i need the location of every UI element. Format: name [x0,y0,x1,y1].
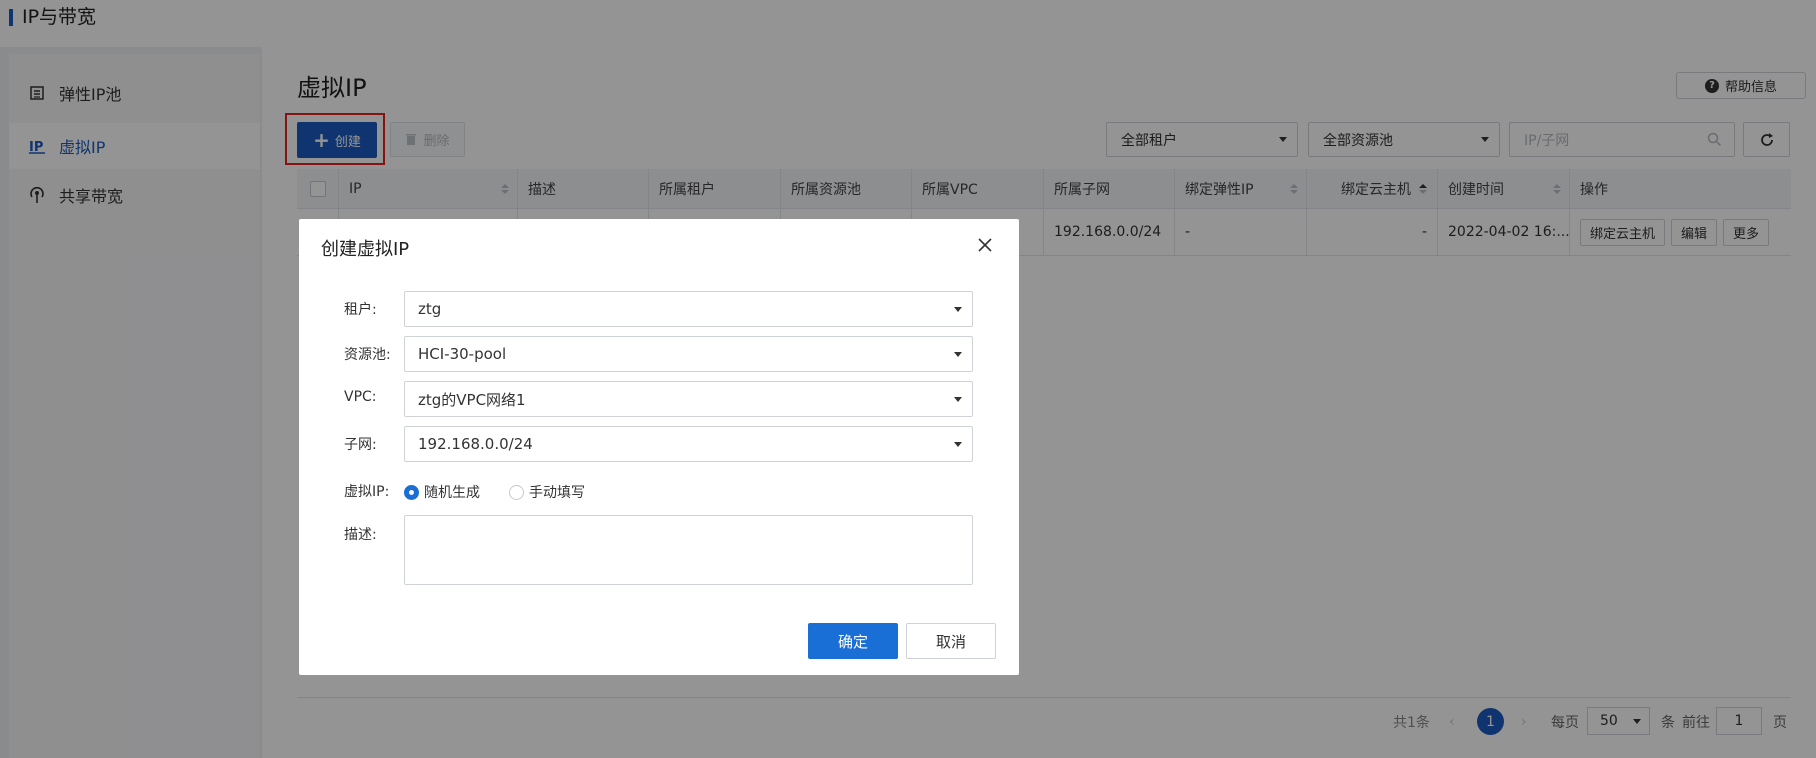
radio-label: 手动填写 [529,485,585,501]
vpc-select[interactable]: ztg的VPC网络1 [404,381,973,417]
create-virtual-ip-dialog: 创建虚拟IP 租户: ztg 资源池: HCI-30-pool VPC: ztg… [299,219,1019,675]
subnet-select[interactable]: 192.168.0.0/24 [404,426,973,462]
chevron-down-icon [954,352,962,357]
vpc-value: ztg的VPC网络1 [418,390,526,409]
description-textarea[interactable] [404,515,973,585]
radio-checked-icon [404,484,419,500]
subnet-value: 192.168.0.0/24 [418,435,533,453]
confirm-button[interactable]: 确定 [808,623,898,659]
pool-select[interactable]: HCI-30-pool [404,336,973,372]
tenant-select[interactable]: ztg [404,291,973,327]
vip-radio-random[interactable]: 随机生成 [404,482,480,502]
tenant-label: 租户: [344,302,377,318]
dialog-title: 创建虚拟IP [321,239,410,260]
chevron-down-icon [954,307,962,312]
tenant-value: ztg [418,300,442,318]
vip-label: 虚拟IP: [344,484,390,500]
radio-unchecked-icon [509,484,524,500]
pool-label: 资源池: [344,347,391,363]
chevron-down-icon [954,442,962,447]
radio-label: 随机生成 [424,485,480,501]
vip-radio-manual[interactable]: 手动填写 [509,482,585,502]
chevron-down-icon [954,397,962,402]
pool-value: HCI-30-pool [418,345,507,363]
vpc-label: VPC: [344,389,377,405]
subnet-label: 子网: [344,437,377,453]
close-icon[interactable] [976,236,994,254]
cancel-button[interactable]: 取消 [906,623,996,659]
desc-label: 描述: [344,527,377,543]
